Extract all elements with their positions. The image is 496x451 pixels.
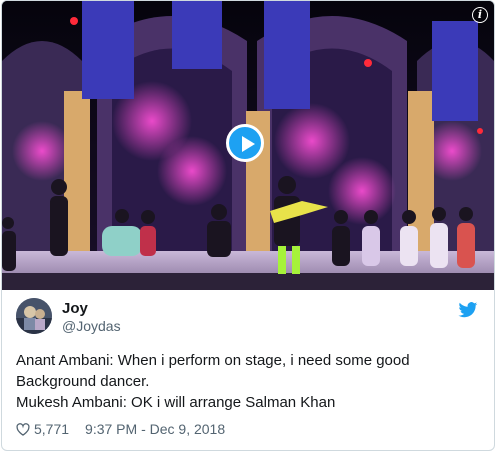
tweet-header: Joy @Joydas xyxy=(16,298,486,340)
info-icon[interactable]: i xyxy=(472,7,488,23)
tweet-text-line: Anant Ambani: When i perform on stage, i… xyxy=(16,352,410,369)
tweet-footer: 5,771 9:37 PM - Dec 9, 2018 xyxy=(16,420,225,438)
display-name[interactable]: Joy xyxy=(62,300,88,317)
tweet-text-line: Background dancer. xyxy=(16,373,150,390)
avatar-image xyxy=(16,298,52,334)
user-handle[interactable]: @Joydas xyxy=(62,318,121,334)
heart-icon[interactable] xyxy=(16,422,30,436)
twitter-bird-icon[interactable] xyxy=(458,302,478,318)
tweet-text: Anant Ambani: When i perform on stage, i… xyxy=(16,350,486,413)
timestamp[interactable]: 9:37 PM - Dec 9, 2018 xyxy=(85,421,225,437)
video-player[interactable]: i xyxy=(2,1,494,290)
tweet-card[interactable]: i Joy @Joydas Anant Ambani: When i perfo… xyxy=(1,0,495,451)
tweet-text-line: Mukesh Ambani: OK i will arrange Salman … xyxy=(16,394,336,411)
avatar[interactable] xyxy=(16,298,52,334)
like-count[interactable]: 5,771 xyxy=(34,421,69,437)
play-button[interactable] xyxy=(226,124,264,162)
